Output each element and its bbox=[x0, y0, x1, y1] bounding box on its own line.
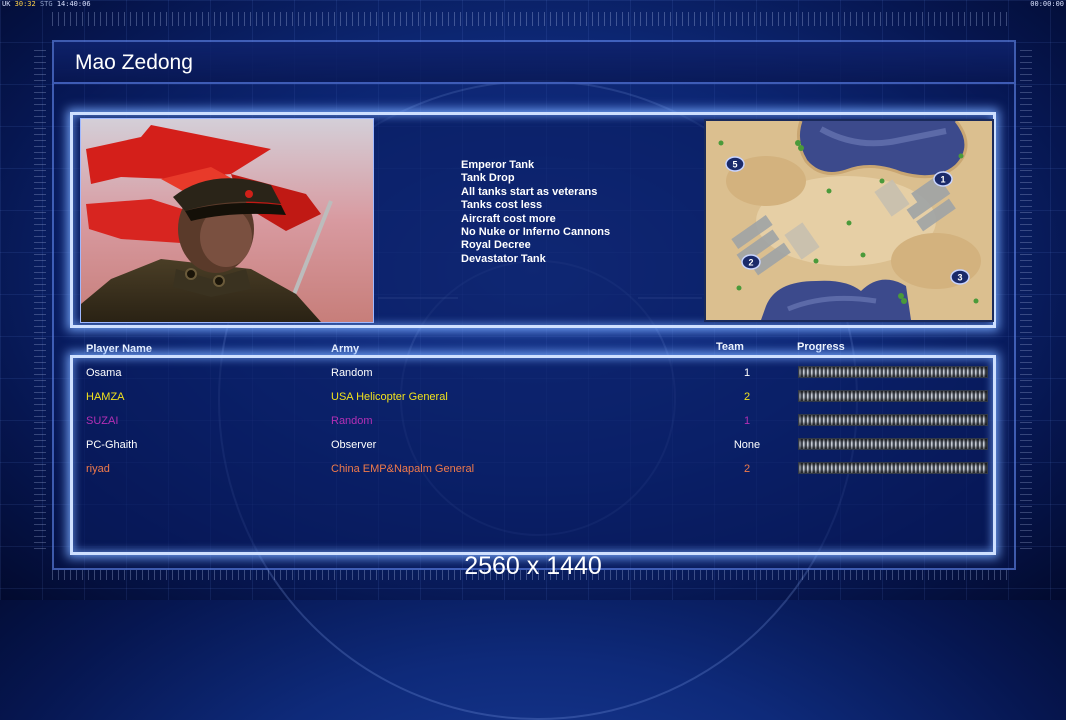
player-name: Osama bbox=[86, 367, 122, 379]
feature-item: All tanks start as veterans bbox=[461, 185, 598, 198]
hud-time: 14:40:06 bbox=[56, 0, 91, 8]
header-progress: Progress bbox=[797, 341, 845, 353]
hud-prefix: UK bbox=[2, 0, 11, 8]
feature-item: Emperor Tank bbox=[461, 159, 535, 171]
players-panel bbox=[70, 355, 996, 555]
player-progress-bar bbox=[798, 414, 988, 426]
start-position-label: 5 bbox=[732, 160, 737, 170]
player-name: PC-Ghaith bbox=[86, 439, 138, 451]
player-progress-bar bbox=[798, 366, 988, 378]
hud-timer: 00:00:00 bbox=[1030, 0, 1064, 8]
player-army: USA Helicopter General bbox=[331, 391, 448, 403]
player-team: None bbox=[733, 439, 761, 451]
start-position-label: 3 bbox=[957, 273, 962, 283]
player-name: riyad bbox=[86, 463, 110, 475]
player-team: 1 bbox=[743, 415, 751, 427]
start-position-label: 2 bbox=[748, 258, 753, 268]
ruler-top bbox=[52, 12, 1012, 26]
start-marker: 1 bbox=[933, 171, 953, 187]
feature-item: No Nuke or Inferno Cannons bbox=[461, 226, 611, 239]
player-progress-bar bbox=[798, 438, 988, 450]
player-name: SUZAI bbox=[86, 415, 119, 427]
feature-item: Tanks cost less bbox=[461, 199, 543, 212]
header-army: Army bbox=[331, 343, 360, 355]
map-preview: 5 1 2 3 bbox=[704, 119, 994, 322]
resolution-label: 2560 x 1440 bbox=[464, 552, 602, 580]
player-progress-bar bbox=[798, 390, 988, 402]
ruler-left bbox=[34, 50, 46, 550]
general-features-list: Emperor Tank Tank Drop All tanks start a… bbox=[461, 159, 610, 266]
player-army: China EMP&Napalm General bbox=[331, 463, 475, 475]
start-marker: 5 bbox=[725, 156, 745, 172]
feature-item: Devastator Tank bbox=[461, 252, 546, 265]
map-preview-image: 5 1 2 3 bbox=[706, 121, 992, 320]
feature-item: Aircraft cost more bbox=[461, 212, 556, 225]
start-position-label: 1 bbox=[940, 175, 945, 185]
player-name: HAMZA bbox=[86, 391, 125, 403]
ruler-right bbox=[1020, 50, 1032, 550]
start-marker: 2 bbox=[741, 254, 761, 270]
player-army: Random bbox=[331, 367, 373, 379]
hud-stats: UK 30:32 STG 14:40:06 bbox=[2, 0, 91, 8]
general-name-title: Mao Zedong bbox=[75, 51, 193, 74]
feature-item: Tank Drop bbox=[461, 172, 515, 185]
hud-clock: 30:32 bbox=[14, 0, 36, 8]
player-team: 2 bbox=[743, 463, 751, 475]
player-team: 1 bbox=[743, 367, 751, 379]
start-marker: 3 bbox=[950, 269, 970, 285]
player-progress-bar bbox=[798, 462, 988, 474]
player-army: Random bbox=[331, 415, 373, 427]
title-bar bbox=[54, 42, 1014, 84]
general-portrait bbox=[80, 118, 374, 323]
feature-item: Royal Decree bbox=[461, 239, 531, 252]
player-army: Observer bbox=[331, 439, 377, 451]
header-player-name: Player Name bbox=[86, 343, 153, 355]
player-team: 2 bbox=[743, 391, 751, 403]
header-team: Team bbox=[716, 341, 744, 353]
general-portrait-image bbox=[81, 119, 373, 322]
hud-separator: STG bbox=[39, 0, 53, 8]
